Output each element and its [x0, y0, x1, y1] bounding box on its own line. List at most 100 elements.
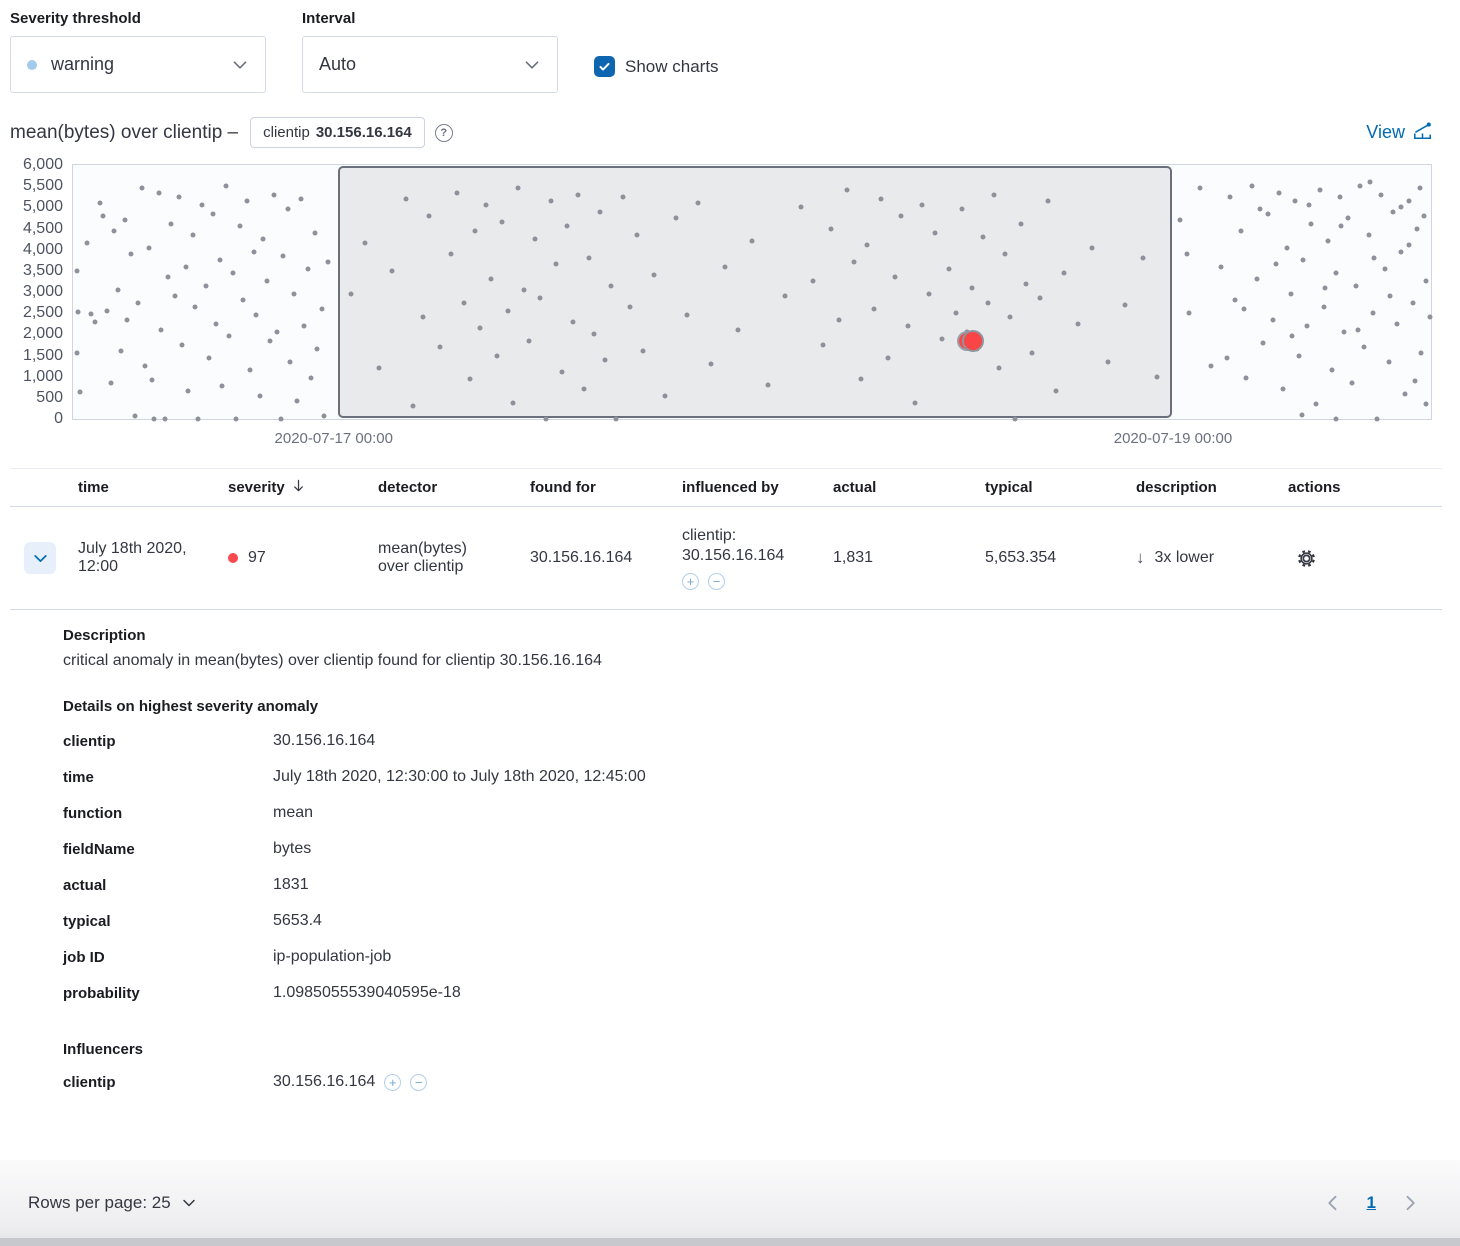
scatter-point: [858, 376, 863, 381]
scatter-point: [1355, 328, 1360, 333]
scatter-point: [274, 330, 279, 335]
scatter-point: [1419, 351, 1424, 356]
scatter-point: [305, 266, 310, 271]
scatter-point: [709, 361, 714, 366]
scatter-point: [1276, 190, 1281, 195]
detail-label: clientip: [63, 733, 273, 750]
scatter-point: [1333, 417, 1338, 422]
scatter-point: [1013, 417, 1018, 422]
scatter-point: [278, 417, 283, 422]
scatter-point: [231, 270, 236, 275]
y-axis-tick-label: 5,500: [23, 177, 63, 195]
chart-time-selection-brush[interactable]: [338, 166, 1172, 418]
scatter-point: [845, 188, 850, 193]
filter-for-value-icon[interactable]: +: [384, 1074, 401, 1091]
anomaly-description-text: critical anomaly in mean(bytes) over cli…: [63, 652, 1420, 670]
scatter-point: [1280, 387, 1285, 392]
scatter-point: [193, 304, 198, 309]
scatter-point: [100, 213, 105, 218]
checkbox-checked-icon: [594, 56, 615, 77]
filter-out-value-icon[interactable]: −: [410, 1074, 427, 1091]
rows-per-page-label: Rows per page: 25: [28, 1193, 171, 1213]
scatter-point: [576, 192, 581, 197]
badge-field-label: clientip: [263, 124, 310, 141]
scatter-point: [969, 285, 974, 290]
detail-label: probability: [63, 985, 273, 1002]
scatter-point: [190, 232, 195, 237]
anomalies-table: time severity detector found for influen…: [10, 468, 1442, 610]
table-header-typical[interactable]: typical: [975, 469, 1126, 506]
view-link[interactable]: View: [1366, 121, 1432, 145]
scatter-point: [1271, 317, 1276, 322]
filter-for-value-icon[interactable]: +: [682, 573, 699, 590]
scatter-point: [1321, 304, 1326, 309]
scatter-point: [798, 205, 803, 210]
influencer-filter-buttons: + −: [682, 573, 725, 590]
chart-title: mean(bytes) over clientip –: [10, 122, 238, 144]
scatter-point: [204, 283, 209, 288]
table-header-actual[interactable]: actual: [823, 469, 975, 506]
anomaly-point[interactable]: [962, 330, 984, 352]
page-number-1[interactable]: 1: [1367, 1193, 1376, 1213]
influenced-by-cell: clientip: 30.156.16.164 + −: [672, 507, 823, 609]
detail-value: bytes: [273, 840, 311, 858]
scatter-point: [238, 224, 243, 229]
time-cell: July 18th 2020, 12:00: [68, 507, 218, 609]
scatter-point: [129, 251, 134, 256]
help-icon[interactable]: ?: [435, 124, 453, 142]
y-axis-tick-label: 1,500: [23, 347, 63, 365]
detail-row: actual 1831: [63, 867, 1420, 903]
scatter-point: [254, 313, 259, 318]
scatter-point: [652, 273, 657, 278]
scatter-point: [828, 226, 833, 231]
table-header-severity[interactable]: severity: [218, 469, 368, 506]
gear-icon[interactable]: [1294, 546, 1319, 571]
severity-threshold-select[interactable]: warning: [10, 36, 266, 93]
collapse-row-button[interactable]: [24, 542, 56, 574]
scatter-point: [1370, 311, 1375, 316]
table-header-found-for[interactable]: found for: [520, 469, 672, 506]
scatter-point: [1411, 300, 1416, 305]
show-charts-checkbox[interactable]: Show charts: [594, 56, 719, 77]
scatter-point: [906, 323, 911, 328]
scatter-point: [247, 368, 252, 373]
clientip-badge[interactable]: clientip 30.156.16.164: [250, 117, 425, 148]
scatter-point: [448, 251, 453, 256]
scatter-point: [722, 264, 727, 269]
chart-plot-area[interactable]: 6,0005,5005,0004,5004,0003,5003,0002,500…: [72, 164, 1432, 420]
scatter-point: [166, 275, 171, 280]
scatter-point: [1407, 243, 1412, 248]
filter-out-value-icon[interactable]: −: [708, 573, 725, 590]
previous-page-icon[interactable]: [1321, 1191, 1345, 1215]
y-axis-tick-label: 4,500: [23, 220, 63, 238]
scatter-point: [168, 222, 173, 227]
detail-value: 30.156.16.164: [273, 732, 375, 750]
rows-per-page-button[interactable]: Rows per page: 25: [28, 1193, 197, 1213]
scatter-point: [532, 237, 537, 242]
scatter-point: [912, 400, 917, 405]
next-page-icon[interactable]: [1398, 1191, 1422, 1215]
detector-cell: mean(bytes) over clientip: [368, 507, 520, 609]
scatter-point: [75, 268, 80, 273]
scatter-point: [1233, 298, 1238, 303]
scatter-point: [1423, 279, 1428, 284]
influencer-value: 30.156.16.164: [682, 547, 784, 565]
scatter-point: [437, 345, 442, 350]
scatter-point: [1399, 249, 1404, 254]
detail-label: job ID: [63, 949, 273, 966]
scatter-point: [84, 241, 89, 246]
scatter-point: [322, 414, 327, 419]
table-header-time[interactable]: time: [68, 469, 218, 506]
table-header-description[interactable]: description: [1126, 469, 1278, 506]
scatter-point: [1346, 215, 1351, 220]
table-footer: Rows per page: 25 1: [0, 1160, 1460, 1246]
table-header-detector[interactable]: detector: [368, 469, 520, 506]
visualize-chart-icon: [1413, 121, 1432, 145]
scrollbar-track[interactable]: [0, 1238, 1460, 1246]
scatter-point: [403, 196, 408, 201]
critical-severity-dot: [228, 553, 238, 563]
table-header-influenced-by[interactable]: influenced by: [672, 469, 823, 506]
scatter-point: [1241, 306, 1246, 311]
scatter-point: [510, 400, 515, 405]
interval-select[interactable]: Auto: [302, 36, 558, 93]
